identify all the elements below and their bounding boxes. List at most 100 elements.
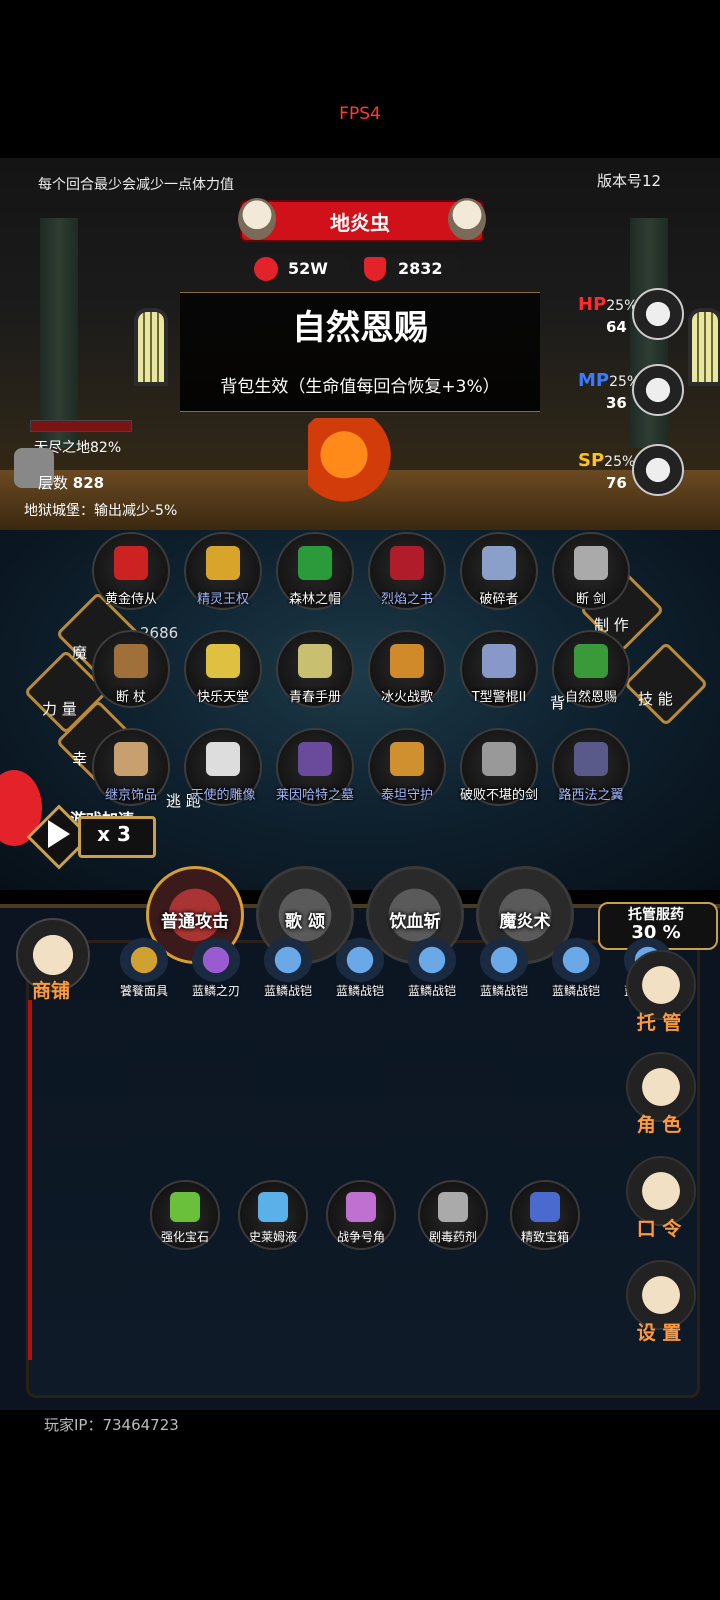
zone-progress-bar <box>30 420 132 432</box>
sp-resource: SP25% <box>578 450 635 471</box>
item-slot[interactable]: 快乐天堂 <box>184 630 262 708</box>
power-label: 力 量 <box>42 700 77 718</box>
bag-item[interactable]: 强化宝石 <box>150 1180 220 1250</box>
item-icon <box>114 742 148 776</box>
item-icon <box>574 742 608 776</box>
item-label: 破碎者 <box>479 592 519 607</box>
hp-potion-icon[interactable] <box>632 288 684 340</box>
floor-label: 层数 <box>38 474 69 492</box>
mp-potion-icon[interactable] <box>632 364 684 416</box>
item-slot[interactable]: 森林之帽 <box>276 532 354 610</box>
item-icon <box>114 644 148 678</box>
menu-label: 设 置 <box>636 1322 682 1344</box>
item-label: 断 剑 <box>575 592 607 607</box>
code-button[interactable]: 口 令 <box>626 1156 698 1240</box>
equipment-icon <box>336 938 384 982</box>
item-slot[interactable]: 烈焰之书 <box>368 532 446 610</box>
shop-label[interactable]: 商铺 <box>16 976 86 1003</box>
equipment-icon <box>192 938 240 982</box>
item-label: 黄金侍从 <box>104 592 157 607</box>
skill-label: 魔炎术 <box>499 912 551 932</box>
bag-item[interactable]: 战争号角 <box>326 1180 396 1250</box>
character-button[interactable]: 角 色 <box>626 1052 698 1136</box>
item-label: 烈焰之书 <box>380 592 433 607</box>
item-slot[interactable]: 破碎者 <box>460 532 538 610</box>
mp-resource: MP25% <box>578 370 640 391</box>
bag-item-icon <box>258 1192 288 1222</box>
item-slot[interactable]: 破败不堪的剑 <box>460 728 538 806</box>
boss-hp-value: 52W <box>288 259 328 278</box>
item-icon <box>206 546 240 580</box>
item-icon <box>482 546 516 580</box>
item-slot[interactable]: 黄金侍从 <box>92 532 170 610</box>
equipment-slot[interactable]: 蓝鳞战铠 <box>326 938 394 1000</box>
equipment-slot[interactable]: 蓝鳞战铠 <box>398 938 466 1000</box>
boss-sprite[interactable] <box>308 418 398 510</box>
menu-label: 托 管 <box>636 1012 682 1034</box>
item-label: 森林之帽 <box>288 592 341 607</box>
item-slot[interactable]: 冰火战歌 <box>368 630 446 708</box>
equipment-slot[interactable]: 蓝鳞战铠 <box>542 938 610 1000</box>
item-slot[interactable]: 泰坦守护 <box>368 728 446 806</box>
item-label: 断 杖 <box>115 690 147 705</box>
sp-label: SP <box>578 450 605 471</box>
item-label: 泰坦守护 <box>380 788 433 803</box>
item-slot[interactable]: 莱因哈特之墓 <box>276 728 354 806</box>
item-slot[interactable]: 天使的雕像 <box>184 728 262 806</box>
item-label: 继京饰品 <box>104 788 157 803</box>
bag-item-label: 战争号角 <box>336 1230 385 1244</box>
item-icon <box>298 742 332 776</box>
item-label: 路西法之翼 <box>558 788 624 803</box>
item-slot[interactable]: 青春手册 <box>276 630 354 708</box>
inventory-area <box>26 940 700 1398</box>
equipment-slot[interactable]: 蓝鳞战铠 <box>254 938 322 1000</box>
bag-item[interactable]: 史莱姆液 <box>238 1180 308 1250</box>
floor-value: 828 <box>72 474 105 492</box>
boss-name: 地炎虫 <box>330 211 390 235</box>
item-icon <box>574 644 608 678</box>
bag-item-label: 史莱姆液 <box>248 1230 297 1244</box>
player-ip: 玩家IP：73464723 <box>44 1416 179 1434</box>
item-slot[interactable]: 路西法之翼 <box>552 728 630 806</box>
item-slot[interactable]: 精灵王权 <box>184 532 262 610</box>
shield-icon <box>364 257 386 281</box>
hint-text: 每个回合最少会减少一点体力值 <box>38 177 234 193</box>
speed-multiplier: x 3 <box>97 822 131 846</box>
item-slot[interactable]: 断 杖 <box>92 630 170 708</box>
item-icon <box>206 742 240 776</box>
equipment-slot[interactable]: 蓝鳞之刃 <box>182 938 250 1000</box>
skill-menu-label[interactable]: 技 能 <box>638 688 673 709</box>
version-label: 版本号12 <box>597 172 662 190</box>
panel-accent <box>28 1000 32 1360</box>
skill-label: 饮血斩 <box>389 912 441 932</box>
equipment-slot[interactable]: 蓝鳞战铠 <box>470 938 538 1000</box>
menu-label: 口 令 <box>636 1218 682 1240</box>
heart-icon <box>254 257 278 281</box>
item-slot[interactable]: 自然恩赐 <box>552 630 630 708</box>
item-slot[interactable]: 断 剑 <box>552 532 630 610</box>
item-label: 天使的雕像 <box>190 788 256 803</box>
item-icon <box>390 546 424 580</box>
item-label: 快乐天堂 <box>196 690 249 705</box>
buff-description: 背包生效（生命值每回合恢复+3%） <box>220 377 500 397</box>
fps-counter: FPS4 <box>339 104 381 124</box>
boss-hp-pill: 52W <box>250 254 350 284</box>
auto-button[interactable]: 托 管 <box>626 950 698 1034</box>
auto-medicine-title: 托管服药 <box>628 907 684 923</box>
pillar <box>40 218 78 448</box>
bag-item[interactable]: 精致宝箱 <box>510 1180 580 1250</box>
bag-item[interactable]: 剧毒药剂 <box>418 1180 488 1250</box>
bag-item-label: 强化宝石 <box>160 1230 209 1244</box>
item-slot[interactable]: 继京饰品 <box>92 728 170 806</box>
settings-button[interactable]: 设 置 <box>626 1260 698 1344</box>
item-icon <box>206 644 240 678</box>
skill-label: 歌 颂 <box>285 912 325 932</box>
item-slot[interactable]: T型警棍II <box>460 630 538 708</box>
equipment-icon <box>264 938 312 982</box>
luck-label: 幸 <box>72 750 88 768</box>
equipment-slot[interactable]: 饕餮面具 <box>110 938 178 1000</box>
floor-counter: 层数 828 <box>38 472 104 493</box>
item-icon <box>390 742 424 776</box>
sp-food-icon[interactable] <box>632 444 684 496</box>
bag-item-icon <box>438 1192 468 1222</box>
